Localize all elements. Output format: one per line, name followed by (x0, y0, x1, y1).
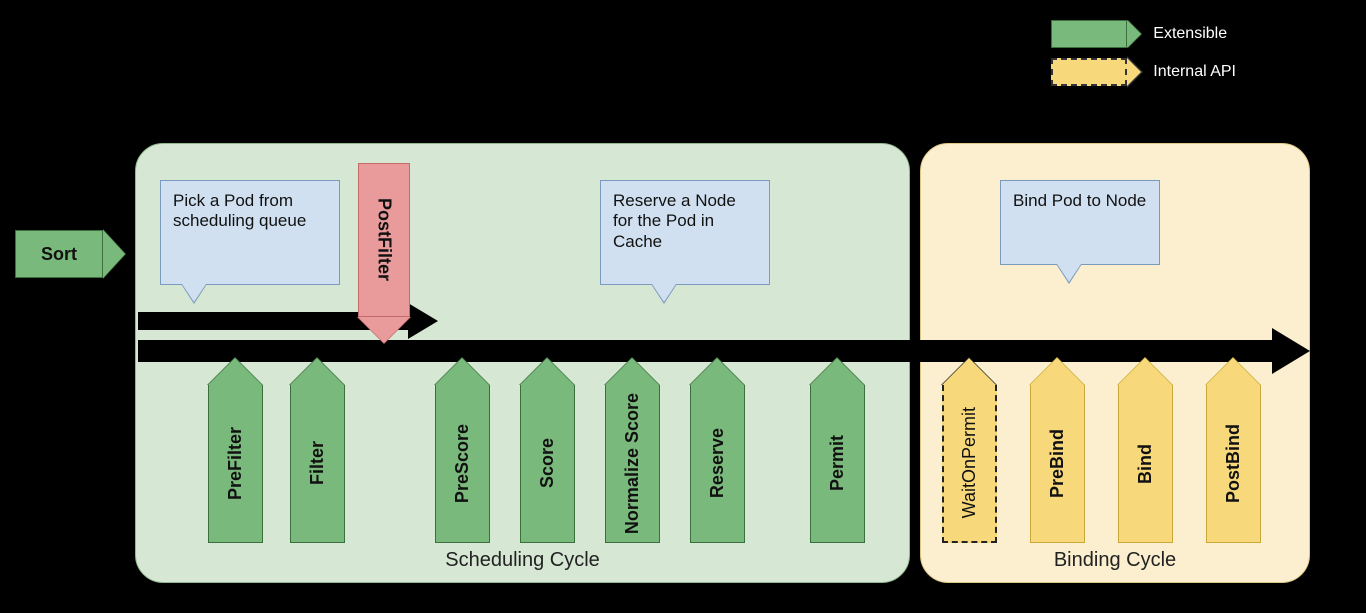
callout-reserve-node-text: Reserve a Node for the Pod in Cache (613, 191, 736, 251)
legend-internal-label: Internal API (1153, 63, 1236, 81)
stage-score-label: Score (538, 438, 558, 488)
stage-filter: Filter (290, 358, 345, 543)
postfilter-label: PostFilter (374, 198, 395, 281)
stage-permit-label: Permit (828, 435, 848, 491)
stage-prefilter-label: PreFilter (226, 427, 246, 500)
scheduling-cycle-title: Scheduling Cycle (136, 549, 909, 572)
stage-prebind-label: PreBind (1048, 429, 1068, 498)
legend-internal-icon (1051, 58, 1141, 86)
stage-postbind: PostBind (1206, 358, 1261, 543)
sort-label: Sort (41, 244, 77, 265)
legend: Extensible Internal API (1051, 20, 1236, 96)
stage-filter-label: Filter (308, 441, 328, 485)
stage-reserve: Reserve (690, 358, 745, 543)
diagram-root: Extensible Internal API Scheduling Cycle… (0, 0, 1366, 613)
stage-bind: Bind (1118, 358, 1173, 543)
legend-row-extensible: Extensible (1051, 20, 1236, 48)
legend-extensible-icon (1051, 20, 1141, 48)
legend-extensible-label: Extensible (1153, 25, 1227, 43)
sort-stage: Sort (15, 230, 125, 278)
callout-pick-pod: Pick a Pod from scheduling queue (160, 180, 340, 285)
stage-prescore-label: PreScore (453, 424, 473, 503)
stage-normalize-score-label: Normalize Score (623, 393, 643, 534)
stage-postbind-label: PostBind (1224, 424, 1244, 503)
binding-cycle-title: Binding Cycle (921, 549, 1309, 572)
stage-permit: Permit (810, 358, 865, 543)
stage-prefilter: PreFilter (208, 358, 263, 543)
callout-bind-pod-text: Bind Pod to Node (1013, 191, 1146, 210)
stage-prebind: PreBind (1030, 358, 1085, 543)
postfilter-stage: PostFilter (358, 163, 410, 343)
stage-score: Score (520, 358, 575, 543)
legend-row-internal: Internal API (1051, 58, 1236, 86)
callout-bind-pod: Bind Pod to Node (1000, 180, 1160, 265)
stage-bind-label: Bind (1136, 444, 1156, 484)
stage-normalize-score: Normalize Score (605, 358, 660, 543)
stage-prescore: PreScore (435, 358, 490, 543)
stage-reserve-label: Reserve (708, 428, 728, 498)
callout-reserve-node: Reserve a Node for the Pod in Cache (600, 180, 770, 285)
callout-pick-pod-text: Pick a Pod from scheduling queue (173, 191, 306, 230)
stage-waitonpermit: WaitOnPermit (942, 358, 997, 543)
stage-waitonpermit-label: WaitOnPermit (960, 407, 980, 518)
